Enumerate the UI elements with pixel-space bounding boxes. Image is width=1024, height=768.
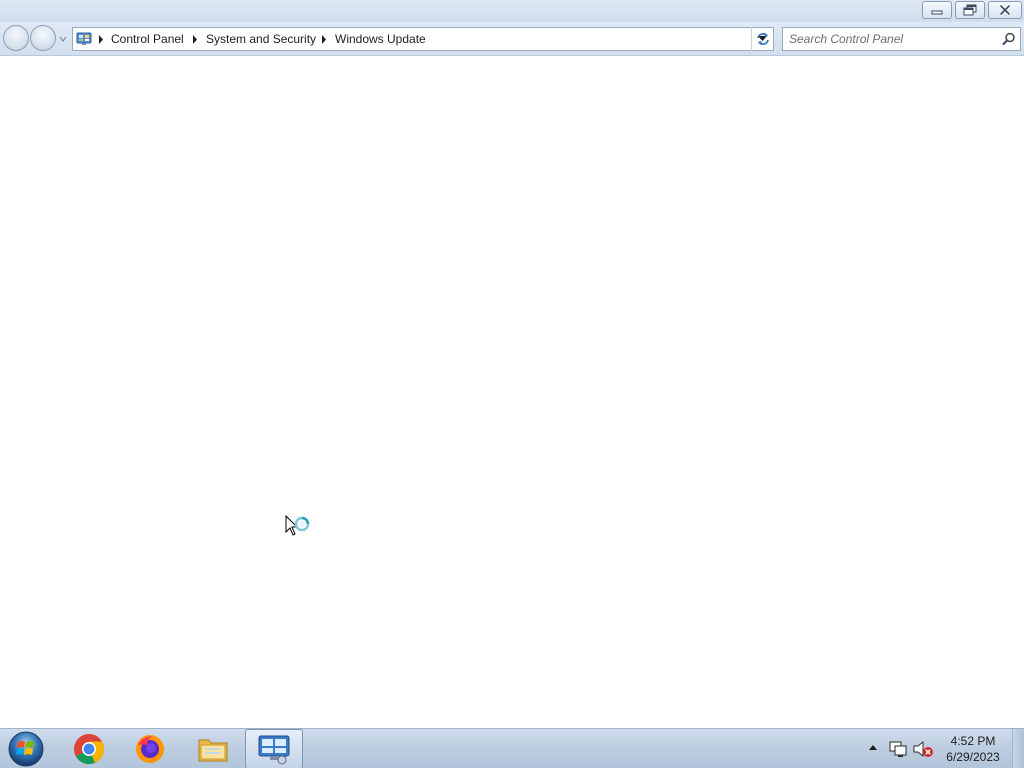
breadcrumb-control-panel[interactable]: Control Panel (111, 32, 184, 46)
show-hidden-icons-icon[interactable] (868, 743, 878, 753)
firefox-icon (136, 735, 164, 763)
title-bar (0, 0, 1024, 22)
breadcrumb-arrow-icon[interactable] (98, 35, 104, 44)
window-controls (919, 1, 1022, 19)
navigation-bar: Control Panel System and Security Window… (0, 22, 1024, 56)
taskbar: 4:52 PM 6/29/2023 (0, 728, 1024, 768)
restore-button[interactable] (955, 1, 985, 19)
clock-time: 4:52 PM (950, 734, 996, 748)
control-panel-icon (258, 735, 290, 765)
system-clock[interactable]: 4:52 PM 6/29/2023 (940, 733, 1006, 765)
minimize-icon (931, 10, 943, 15)
taskbar-control-panel-button[interactable] (245, 729, 303, 768)
taskbar-firefox-button[interactable] (121, 729, 179, 768)
close-icon (999, 4, 1011, 16)
volume-muted-icon[interactable] (912, 740, 934, 758)
taskbar-explorer-button[interactable] (184, 729, 242, 768)
start-button-icon[interactable] (6, 730, 46, 768)
content-area (0, 57, 1024, 728)
network-icon[interactable] (889, 741, 907, 757)
busy-cursor-icon (285, 515, 310, 536)
address-bar[interactable]: Control Panel System and Security Window… (72, 27, 774, 51)
refresh-button[interactable] (751, 27, 774, 51)
breadcrumb-arrow-icon[interactable] (321, 35, 327, 44)
breadcrumb-arrow-icon[interactable] (192, 35, 198, 44)
clock-date: 6/29/2023 (946, 750, 1000, 764)
taskbar-chrome-button[interactable] (60, 729, 118, 768)
search-input[interactable] (789, 31, 994, 47)
breadcrumb-windows-update[interactable]: Windows Update (335, 32, 426, 46)
breadcrumb-system-and-security[interactable]: System and Security (206, 32, 316, 46)
back-button[interactable] (3, 25, 29, 51)
search-icon[interactable] (1002, 32, 1016, 46)
search-box (782, 27, 1021, 51)
close-button[interactable] (988, 1, 1022, 19)
restore-icon (963, 4, 977, 16)
forward-button[interactable] (30, 25, 56, 51)
control-panel-icon (76, 32, 92, 45)
recent-pages-chevron-icon[interactable] (58, 34, 68, 44)
explorer-icon (198, 739, 228, 762)
chrome-icon (74, 734, 105, 765)
show-desktop-button[interactable] (1012, 729, 1024, 768)
minimize-button[interactable] (922, 1, 952, 19)
refresh-icon (757, 33, 769, 45)
